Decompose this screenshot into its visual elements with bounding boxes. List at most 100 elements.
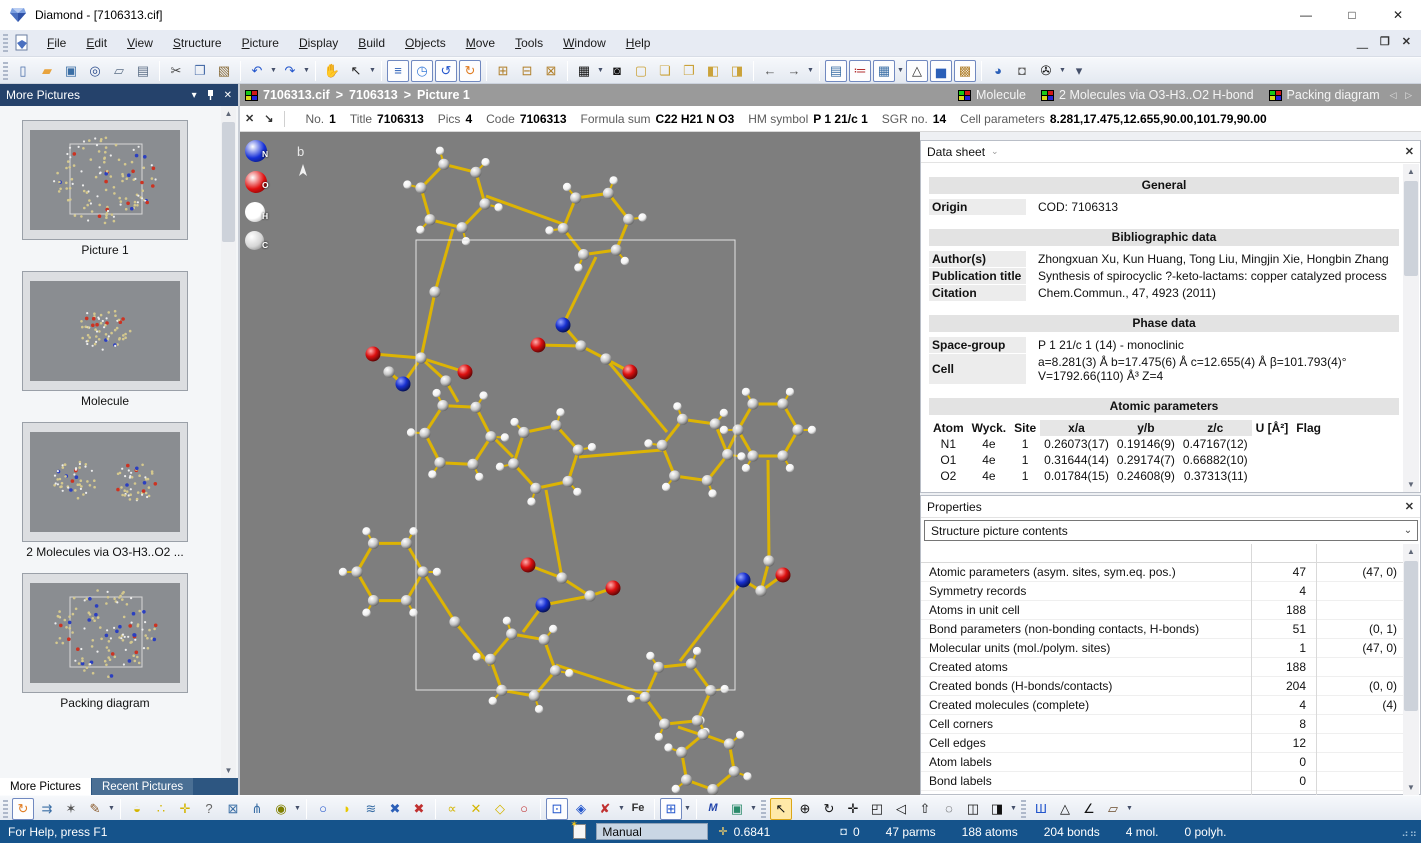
pentagon-filled-icon[interactable]: ◗ [336,798,358,820]
properties-selector-dropdown[interactable]: Structure picture contents ⌄ [924,520,1418,541]
atom-question-icon[interactable]: ? [198,798,220,820]
toolbar-grip[interactable] [761,800,766,818]
delete-table-icon[interactable]: ⊠ [540,60,562,82]
undo-icon-dropdown[interactable]: ▼ [269,60,278,82]
thumbnail-item[interactable]: Molecule [22,271,223,408]
new-table-icon[interactable]: ⊞ [492,60,514,82]
scroll-up-icon[interactable]: ▲ [221,106,236,121]
picture-invert-icon[interactable]: ◙ [606,60,628,82]
filter-atoms-icon[interactable]: ◒ [126,798,148,820]
thumbnail-item[interactable]: Packing diagram [22,573,223,710]
table-view-icon[interactable]: ▦ [873,60,895,82]
expand-lattice-blue-icon[interactable]: ✖ [384,798,406,820]
scroll-down-icon[interactable]: ▼ [221,763,236,778]
copy-icon[interactable]: ❐ [189,60,211,82]
tab-scroll-arrows[interactable]: ◁ ▷ [1390,90,1415,101]
mdi-restore-icon[interactable]: ❐ [1380,35,1390,51]
picture-left-icon[interactable]: ◧ [702,60,724,82]
edit-table-icon[interactable]: ⊟ [516,60,538,82]
measure-angle-icon[interactable]: △ [1054,798,1076,820]
menu-file[interactable]: File [37,32,76,54]
measure-torsion-icon[interactable]: ∠ [1078,798,1100,820]
breadcrumb-segment[interactable]: Picture 1 [417,88,470,102]
measure-plane-icon-dropdown[interactable]: ▼ [1125,798,1134,820]
rotate-free-icon[interactable]: ⊕ [794,798,816,820]
pane-menu-chevron-icon[interactable]: ▾ [192,90,197,101]
radiation-sphere-icon-dropdown[interactable]: ▼ [293,798,302,820]
minimize-button[interactable]: — [1283,0,1329,30]
properties-row[interactable]: Atom labels0 [921,753,1405,772]
properties-row[interactable]: Atoms in unit cell188 [921,601,1405,620]
pane-close-icon[interactable]: ✕ [224,90,232,101]
molecule-m-icon[interactable]: M [702,798,724,820]
measure-plane-icon[interactable]: ▱ [1102,798,1124,820]
distances-angles-icon[interactable]: △ [906,60,928,82]
menu-tools[interactable]: Tools [505,32,553,54]
toolbar-grip[interactable] [3,800,8,818]
cell-axes-icon[interactable]: ◈ [570,798,592,820]
video-camera-icon[interactable]: ✇ [1035,60,1057,82]
properties-row[interactable]: Created molecules (complete)4(4) [921,696,1405,715]
thumbnail-item[interactable]: 2 Molecules via O3-H3..O2 ... [22,422,223,559]
breadcrumb-segment[interactable]: 7106313 [349,88,398,102]
breadcrumb-segment[interactable]: 7106313.cif [263,88,330,102]
thumbnail-item[interactable]: Picture 1 [22,120,223,257]
open-folder-icon[interactable]: ▰ [36,60,58,82]
atomic-table-row[interactable]: N14e10.26073(17)0.19146(9)0.47167(12) [929,436,1325,452]
powder-sphere-icon[interactable]: ◕ [987,60,1009,82]
data-sheet-scrollbar[interactable]: ▲ ▼ [1403,164,1419,492]
menu-objects[interactable]: Objects [395,32,456,54]
picture-tab[interactable]: 2 Molecules via O3-H3..O2 H-bond [1036,88,1254,102]
mode-selector[interactable]: Manual [596,823,708,840]
menu-edit[interactable]: Edit [76,32,117,54]
structure-viewport[interactable]: NOHC b [240,132,920,795]
animation-step-icon[interactable]: ◨ [986,798,1008,820]
picture-creator-icon[interactable]: ✎ [84,798,106,820]
maximize-button[interactable]: □ [1329,0,1375,30]
properties-row[interactable]: Created atoms188 [921,658,1405,677]
new-picture-icon[interactable]: ▢ [630,60,652,82]
select-arrow-icon-dropdown[interactable]: ▼ [368,60,377,82]
picture-mode-icon-dropdown[interactable]: ▼ [749,798,758,820]
new-document-icon[interactable]: ▯ [12,60,34,82]
paste-icon[interactable]: ▧ [213,60,235,82]
powder-pattern-icon[interactable]: ▅ [930,60,952,82]
data-sheet-handle-icon[interactable]: ⌄ [991,146,999,157]
scroll-thumb[interactable] [1404,181,1418,276]
remove-bonds-icon[interactable]: ✘ [594,798,616,820]
menu-structure[interactable]: Structure [163,32,232,54]
rotate-top-icon[interactable]: ⇧ [914,798,936,820]
history-globe-icon[interactable]: ◷ [411,60,433,82]
next-structure-icon[interactable]: → [783,60,805,82]
animation-pause-icon[interactable]: ◫ [962,798,984,820]
fragment-icon[interactable]: ⋔ [246,798,268,820]
find-icon[interactable]: ◎ [84,60,106,82]
picture-properties-icon[interactable]: ◨ [726,60,748,82]
unit-cell-box-icon[interactable]: ⊡ [546,798,568,820]
picture-mode-icon[interactable]: ▣ [726,798,748,820]
more-tools-chevron-icon[interactable]: ▾ [1068,60,1090,82]
rotate-left-icon[interactable]: ◁ [890,798,912,820]
data-sheet-icon[interactable]: ▤ [825,60,847,82]
pointer-mode-icon[interactable]: ↖ [770,798,792,820]
next-structure-icon-dropdown[interactable]: ▼ [806,60,815,82]
remove-bonds-icon-dropdown[interactable]: ▼ [617,798,626,820]
menu-picture[interactable]: Picture [232,32,289,54]
hexagon-outline-icon[interactable]: ○ [312,798,334,820]
scroll-down-icon[interactable]: ▼ [1403,477,1419,492]
menu-build[interactable]: Build [348,32,395,54]
prev-structure-icon[interactable]: ← [759,60,781,82]
fill-cell-icon-dropdown[interactable]: ▼ [683,798,692,820]
menu-help[interactable]: Help [616,32,661,54]
radiation-sphere-icon[interactable]: ◉ [270,798,292,820]
stack-molecules-icon[interactable]: ≋ [360,798,382,820]
atomic-table-row[interactable]: O24e10.01784(15)0.24608(9)0.37313(11) [929,468,1325,484]
scroll-thumb[interactable] [222,122,235,242]
scroll-up-icon[interactable]: ▲ [1403,544,1419,559]
pin-icon[interactable] [206,89,215,101]
add-atoms-icon[interactable]: ∴ [150,798,172,820]
print-icon[interactable]: ▤ [132,60,154,82]
coordination-icon[interactable]: ✕ [465,798,487,820]
menu-window[interactable]: Window [553,32,616,54]
menu-view[interactable]: View [117,32,163,54]
